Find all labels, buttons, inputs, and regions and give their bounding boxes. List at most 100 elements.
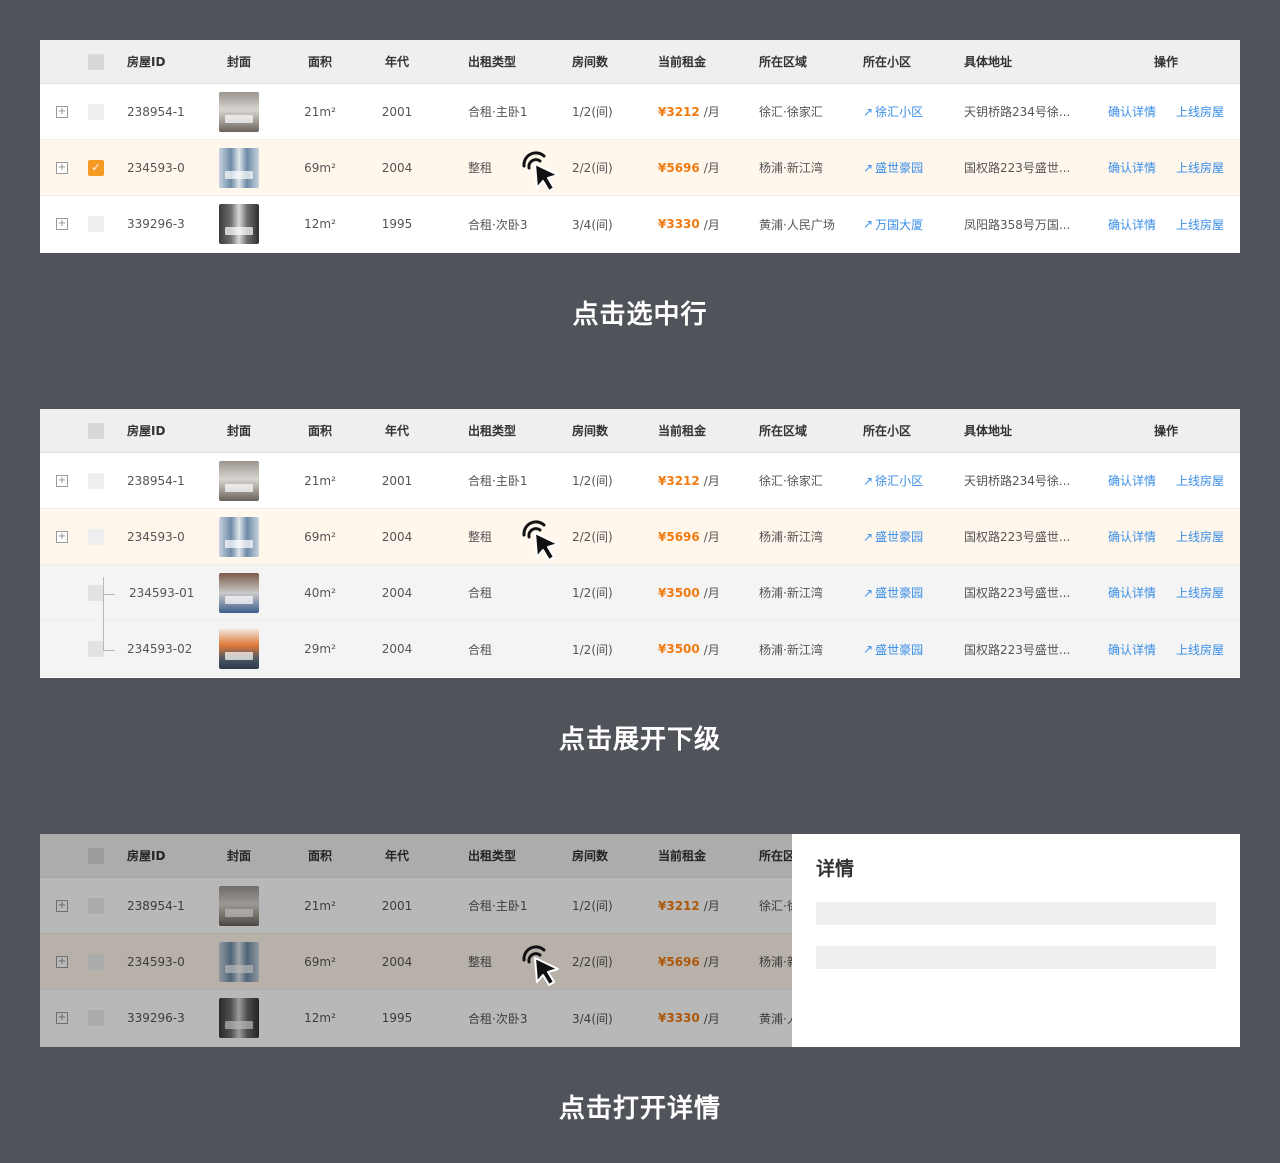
detail-drawer: 详情 — [792, 834, 1240, 1047]
rent-value: ¥3212 — [658, 473, 700, 488]
community-name[interactable]: 盛世豪园 — [875, 159, 923, 176]
address: 国权路223号盛世... — [964, 161, 1071, 175]
row-checkbox[interactable] — [88, 472, 104, 489]
header-ops: 操作 — [1154, 55, 1179, 69]
confirm-details-link[interactable]: 确认详情 — [1108, 621, 1163, 677]
plus-square-icon[interactable]: + — [56, 530, 68, 543]
confirm-details-link[interactable]: 确认详情 — [1108, 565, 1163, 620]
child-row[interactable]: 234593-02 29m² 2004 合租 1/2(间) ¥3500/月 杨浦… — [40, 621, 1240, 677]
rent-value: ¥5696 — [658, 529, 700, 544]
drawer-title: 详情 — [816, 858, 855, 880]
table-row[interactable]: + 339296-3 12m² 1995 合租·次卧3 3/4(间) ¥3330… — [40, 196, 1240, 252]
row-checkbox[interactable] — [88, 103, 104, 120]
arrow-up-right-icon: ↗ — [863, 104, 874, 119]
expand-cell[interactable]: + — [56, 196, 72, 252]
go-online-link[interactable]: 上线房屋 — [1176, 565, 1231, 620]
select-all-checkbox[interactable] — [88, 422, 104, 439]
community-link[interactable]: ↗ 盛世豪园 — [863, 140, 953, 195]
rooms: 1/2(间) — [572, 586, 613, 600]
row-checkbox[interactable] — [88, 584, 104, 601]
rent-cell: ¥3212/月 — [658, 84, 748, 139]
community-name[interactable]: 盛世豪园 — [875, 528, 923, 545]
arrow-up-right-icon: ↗ — [863, 473, 874, 488]
go-online-link[interactable]: 上线房屋 — [1176, 621, 1231, 677]
cover-image — [219, 629, 259, 669]
community-name[interactable]: 徐汇小区 — [875, 472, 923, 489]
confirm-details-link[interactable]: 确认详情 — [1108, 140, 1163, 195]
select-all-checkbox[interactable] — [88, 53, 104, 70]
confirm-details-link[interactable]: 确认详情 — [1108, 84, 1163, 139]
tree-connector-line — [103, 577, 104, 650]
checkbox-cell[interactable] — [88, 196, 104, 252]
plus-square-icon[interactable]: + — [56, 161, 68, 174]
year: 2004 — [381, 160, 413, 175]
table-row-expanded[interactable]: + 234593-0 69m² 2004 整租 2/2(间) ¥5696/月 杨… — [40, 509, 1240, 565]
checkbox-cell[interactable] — [88, 565, 104, 620]
community-name[interactable]: 万国大厦 — [875, 216, 923, 233]
expand-cell[interactable]: + — [56, 453, 72, 508]
region: 杨浦·新江湾 — [759, 161, 823, 175]
table-row[interactable]: + 238954-1 21m² 2001 合租·主卧1 1/2(间) ¥3212… — [40, 453, 1240, 509]
checkbox-cell[interactable] — [88, 621, 104, 677]
go-online-link[interactable]: 上线房屋 — [1176, 196, 1231, 252]
plus-square-icon[interactable]: + — [56, 105, 68, 118]
modal-overlay[interactable] — [40, 834, 792, 1047]
plus-square-icon[interactable]: + — [56, 218, 68, 230]
checkbox-cell[interactable]: ✓ — [88, 140, 104, 195]
community-link[interactable]: ↗ 盛世豪园 — [863, 509, 953, 564]
area: 21m² — [304, 473, 336, 488]
child-row[interactable]: 234593-01 40m² 2004 合租 1/2(间) ¥3500/月 杨浦… — [40, 565, 1240, 621]
confirm-details-link[interactable]: 确认详情 — [1108, 509, 1163, 564]
community-link[interactable]: ↗ 盛世豪园 — [863, 621, 953, 677]
rent-unit: /月 — [703, 474, 720, 488]
header-region: 所在区域 — [759, 424, 808, 438]
cover-cell — [219, 140, 259, 195]
table-row-selected[interactable]: + ✓ 234593-0 69m² 2004 整租 2/2(间) ¥5696/月… — [40, 140, 1240, 196]
rent-cell: ¥3500/月 — [658, 565, 748, 620]
go-online-link[interactable]: 上线房屋 — [1176, 509, 1231, 564]
expand-cell[interactable]: + — [56, 84, 72, 139]
rent-cell: ¥3500/月 — [658, 621, 748, 677]
row-checkbox[interactable] — [88, 216, 104, 232]
header-rooms: 房间数 — [572, 55, 609, 69]
go-online-link[interactable]: 上线房屋 — [1176, 140, 1231, 195]
go-online-link[interactable]: 上线房屋 — [1176, 453, 1231, 508]
select-all-cell[interactable] — [88, 40, 104, 83]
checkbox-cell[interactable] — [88, 84, 104, 139]
table-detail-drawer-demo: 房屋ID 封面 面积 年代 出租类型 房间数 当前租金 所在区域 + 23895… — [40, 834, 1240, 1047]
row-checkbox[interactable] — [88, 528, 104, 545]
community-link[interactable]: ↗ 徐汇小区 — [863, 453, 953, 508]
rent-value: ¥3212 — [658, 104, 700, 119]
community-link[interactable]: ↗ 盛世豪园 — [863, 565, 953, 620]
rooms: 1/2(间) — [572, 474, 613, 488]
header-year: 年代 — [384, 424, 409, 438]
rent-unit: /月 — [703, 105, 720, 119]
community-name[interactable]: 盛世豪园 — [875, 641, 923, 658]
region: 杨浦·新江湾 — [759, 586, 823, 600]
select-all-cell[interactable] — [88, 409, 104, 452]
rent-type: 合租·主卧1 — [468, 105, 528, 119]
cover-image — [219, 516, 259, 557]
row-checkbox[interactable] — [88, 641, 104, 657]
confirm-details-link[interactable]: 确认详情 — [1108, 453, 1163, 508]
community-link[interactable]: ↗ 万国大厦 — [863, 196, 953, 252]
go-online-link[interactable]: 上线房屋 — [1176, 84, 1231, 139]
community-link[interactable]: ↗ 徐汇小区 — [863, 84, 953, 139]
plus-square-icon[interactable]: + — [56, 474, 68, 487]
confirm-details-link[interactable]: 确认详情 — [1108, 196, 1163, 252]
table-row[interactable]: + 238954-1 21m² 2001 合租·主卧1 1/2(间) ¥3212… — [40, 84, 1240, 140]
community-name[interactable]: 盛世豪园 — [875, 584, 923, 601]
expand-cell[interactable]: + — [56, 140, 72, 195]
rent-type: 合租 — [468, 642, 493, 657]
expand-cell[interactable]: + — [56, 509, 72, 564]
rent-type: 整租 — [468, 530, 493, 544]
checkbox-cell[interactable] — [88, 509, 104, 564]
community-name[interactable]: 徐汇小区 — [875, 103, 923, 120]
area: 29m² — [304, 642, 336, 656]
area: 69m² — [304, 160, 336, 175]
checkbox-cell[interactable] — [88, 453, 104, 508]
table-header: 房屋ID 封面 面积 年代 出租类型 房间数 当前租金 所在区域 所在小区 具体… — [40, 409, 1240, 453]
checkmark-icon[interactable]: ✓ — [88, 159, 104, 176]
table-select-row-demo: 房屋ID 封面 面积 年代 出租类型 房间数 当前租金 所在区域 所在小区 具体… — [40, 40, 1240, 253]
area: 40m² — [304, 585, 336, 600]
